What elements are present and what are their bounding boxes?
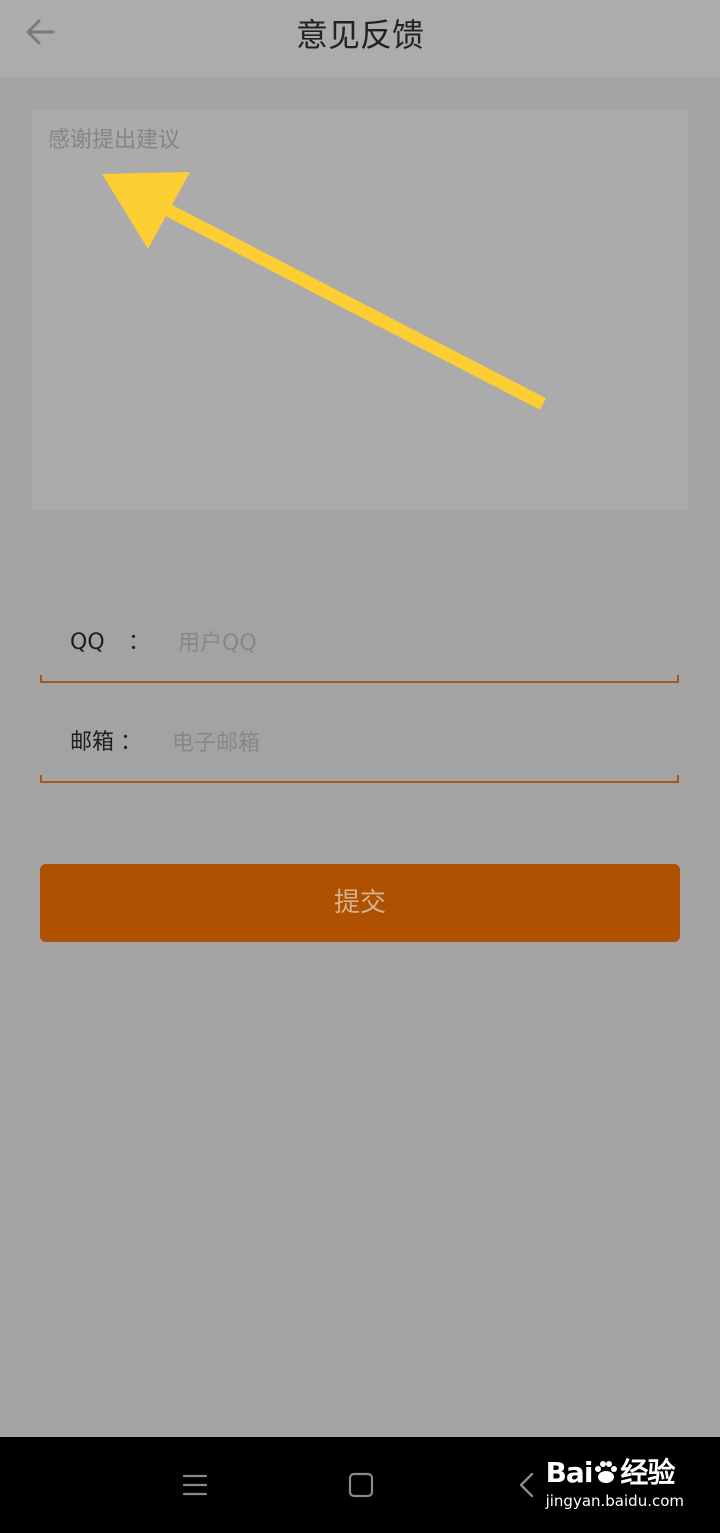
submit-button[interactable]: 提交 (40, 864, 680, 942)
menu-button[interactable] (181, 1472, 209, 1502)
back-chevron-icon (519, 1472, 534, 1498)
home-icon (348, 1472, 374, 1498)
qq-colon: ： (128, 630, 151, 655)
page-title: 意见反馈 (295, 16, 424, 54)
menu-icon (182, 1474, 208, 1496)
email-input[interactable] (172, 725, 612, 761)
email-colon: ： (120, 730, 143, 755)
email-label: 邮箱 (70, 730, 115, 755)
nav-back-button[interactable] (516, 1471, 538, 1503)
watermark-brand-left: Bai (545, 1456, 594, 1489)
app-header: 意见反馈 (0, 0, 720, 77)
watermark-logo: Bai 经验 (546, 1457, 684, 1489)
watermark-brand-right: 经验 (620, 1456, 675, 1489)
qq-field-row: QQ ： (40, 611, 679, 683)
home-button[interactable] (347, 1471, 375, 1503)
feedback-textarea[interactable] (32, 110, 688, 510)
qq-input[interactable] (178, 625, 618, 661)
watermark-url: jingyan.baidu.com (545, 1492, 684, 1510)
system-nav-bar: Bai 经验 jingyan.baidu.com (0, 1437, 720, 1533)
qq-label: QQ (70, 630, 105, 655)
baidu-jingyan-watermark: Bai 经验 jingyan.baidu.com (546, 1457, 684, 1511)
paw-icon (595, 1461, 618, 1483)
feedback-box (32, 110, 688, 510)
email-field-row: 邮箱 ： (40, 711, 679, 783)
